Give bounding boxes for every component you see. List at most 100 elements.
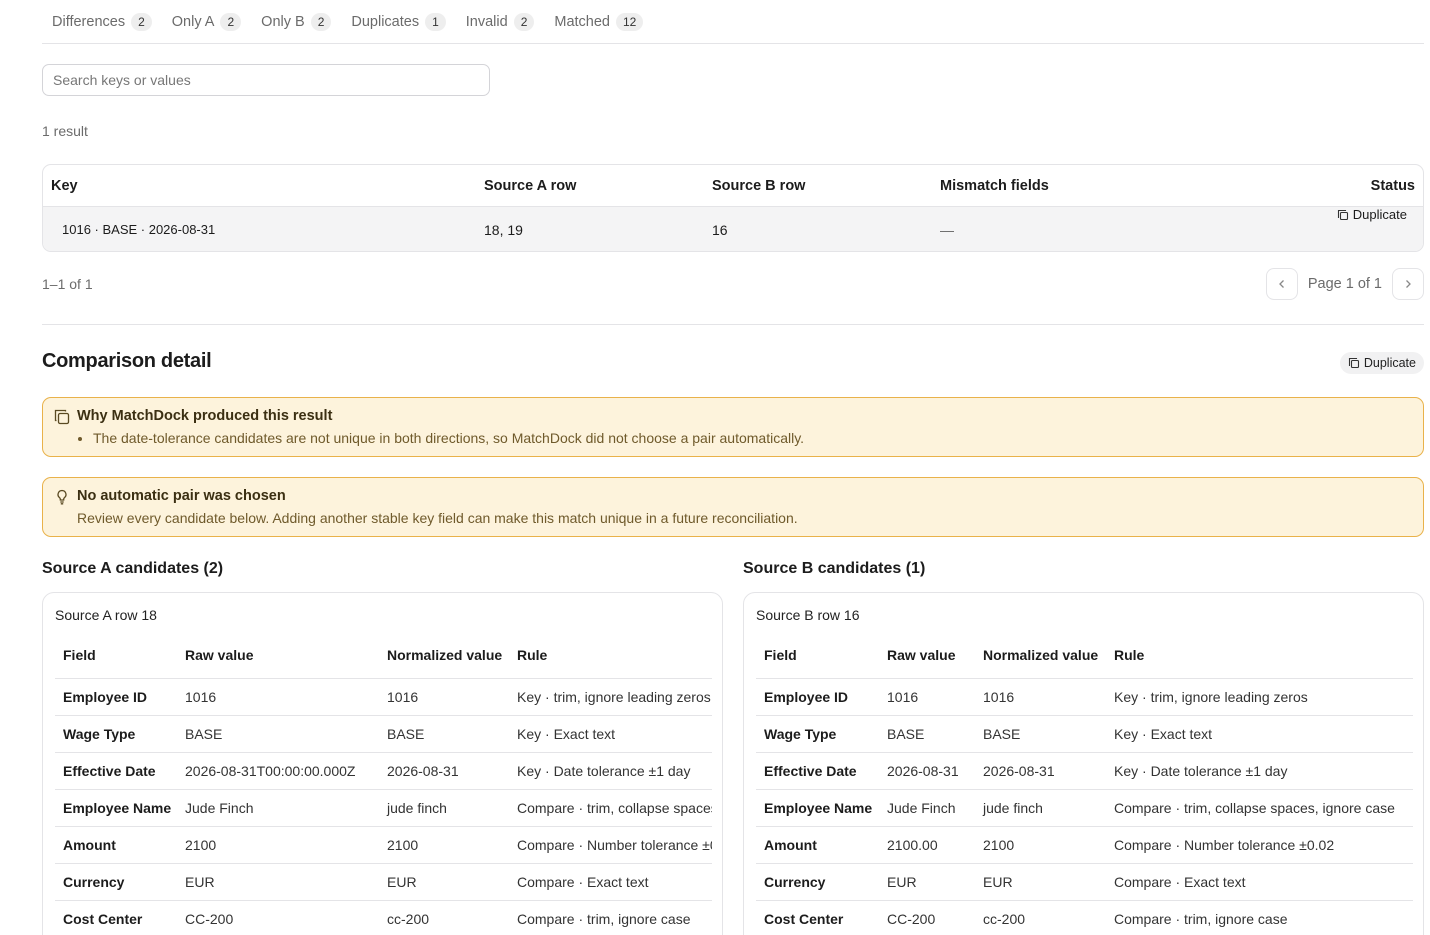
tab-only-b[interactable]: Only B 2 [251, 0, 341, 44]
table-row: Effective Date 2026-08-31 2026-08-31 Key · … [756, 752, 1413, 790]
raw-value-cell: 2026-08-31 [879, 752, 975, 790]
tab-invalid[interactable]: Invalid 2 [456, 0, 545, 44]
field-cell: Currency [756, 863, 879, 901]
result-tabs: Differences 2 Only A 2 Only B 2 Duplicates 1… [42, 0, 1424, 44]
table-row: Employee ID 1016 1016 Key · trim, ignore le… [55, 678, 712, 716]
rule-cell: Compare · trim, ignore case [1106, 900, 1413, 935]
field-cell: Wage Type [55, 715, 177, 753]
result-count: 1 result [42, 123, 88, 139]
rule-cell: Key · trim, ignore leading zeros [509, 678, 712, 716]
hint-alert: No automatic pair was chosen Review ever… [42, 477, 1424, 537]
table-row: Effective Date 2026-08-31T00:00:00.000Z 20… [55, 752, 712, 790]
rule-cell: Key · trim, ignore leading zeros [1106, 678, 1413, 716]
pagination: Page 1 of 1 [1265, 268, 1424, 300]
raw-value-cell: EUR [879, 863, 975, 901]
field-cell: Wage Type [756, 715, 879, 753]
copy-icon [53, 408, 71, 426]
normalized-value-cell: 2026-08-31 [975, 752, 1106, 790]
chevron-right-icon [1403, 279, 1413, 289]
alert-bullet: The date-tolerance candidates are not un… [93, 430, 804, 446]
normalized-value-cell: EUR [975, 863, 1106, 901]
column-header-normalized: Normalized value [975, 633, 1106, 679]
field-cell: Employee Name [756, 789, 879, 827]
alert-title: No automatic pair was chosen [77, 488, 286, 504]
alert-body: Review every candidate below. Adding ano… [77, 510, 798, 526]
table-row[interactable]: 1016 · BASE · 2026-08-31 18, 19 16 — Dup… [43, 207, 1423, 251]
tab-count-badge: 2 [513, 12, 535, 31]
column-header-rule: Rule [509, 633, 712, 679]
table-row: Wage Type BASE BASE Key · Exact text [756, 715, 1413, 753]
tab-differences[interactable]: Differences 2 [42, 0, 162, 44]
raw-value-cell: 2026-08-31T00:00:00.000Z [177, 752, 379, 790]
column-header-key: Key [51, 178, 78, 194]
field-cell: Effective Date [756, 752, 879, 790]
tab-label: Only A [171, 13, 215, 30]
normalized-value-cell: BASE [379, 715, 509, 753]
normalized-value-cell: 2100 [975, 826, 1106, 864]
column-header-field: Field [55, 633, 177, 679]
page-label: Page 1 of 1 [1307, 276, 1382, 292]
raw-value-cell: BASE [177, 715, 379, 753]
field-cell: Currency [55, 863, 177, 901]
rule-cell: Compare · trim, ignore case [509, 900, 712, 935]
column-header-raw: Raw value [177, 633, 379, 679]
alert-body: The date-tolerance candidates are not un… [77, 430, 804, 446]
field-cell: Effective Date [55, 752, 177, 790]
normalized-value-cell: 2026-08-31 [379, 752, 509, 790]
normalized-value-cell: 1016 [975, 678, 1106, 716]
detail-title: Comparison detail [42, 350, 212, 372]
results-table: Key Source A row Source B row Mismatch f… [42, 164, 1424, 252]
rule-cell: Key · Date tolerance ±1 day [1106, 752, 1413, 790]
field-cell: Employee ID [55, 678, 177, 716]
tab-count-badge: 1 [425, 12, 446, 31]
table-row: Amount 2100.00 2100 Compare · Number tolera… [756, 826, 1413, 864]
tab-count-badge: 12 [616, 12, 644, 31]
pagination-range: 1–1 of 1 [42, 276, 93, 292]
rule-cell: Key · Exact text [1106, 715, 1413, 753]
tab-label: Invalid [465, 13, 508, 30]
source-b-candidate-card: Source B row 16 Field Raw value Normaliz… [743, 592, 1424, 935]
normalized-value-cell: 1016 [379, 678, 509, 716]
raw-value-cell: CC-200 [879, 900, 975, 935]
rule-cell: Compare · Number tolerance ±0.02 [509, 826, 712, 864]
rule-cell: Compare · Exact text [1106, 863, 1413, 901]
field-cell: Employee ID [756, 678, 879, 716]
chevron-left-icon [1277, 279, 1287, 289]
raw-value-cell: 2100.00 [879, 826, 975, 864]
column-header-field: Field [756, 633, 879, 679]
status-label: Duplicate [1363, 356, 1416, 370]
column-header-rule: Rule [1106, 633, 1413, 679]
row-key: 1016 · BASE · 2026-08-31 [62, 222, 216, 237]
previous-page-button[interactable] [1265, 268, 1298, 300]
search-input[interactable] [42, 64, 490, 96]
tab-count-badge: 2 [310, 12, 332, 31]
column-header-normalized: Normalized value [379, 633, 509, 679]
normalized-value-cell: jude finch [975, 789, 1106, 827]
table-row: Amount 2100 2100 Compare · Number tolerance… [55, 826, 712, 864]
tab-only-a[interactable]: Only A 2 [162, 0, 251, 44]
raw-value-cell: Jude Finch [177, 789, 379, 827]
table-row: Wage Type BASE BASE Key · Exact text [55, 715, 712, 753]
tab-label: Matched [554, 13, 610, 30]
rule-cell: Compare · trim, collapse spaces, ignore … [509, 789, 712, 827]
raw-value-cell: Jude Finch [879, 789, 975, 827]
tab-matched[interactable]: Matched 12 [544, 0, 653, 44]
tab-duplicates[interactable]: Duplicates 1 [341, 0, 455, 44]
source-a-candidate-table: Field Raw value Normalized value Rule Em… [55, 633, 712, 935]
rule-cell: Compare · Number tolerance ±0.02 [1106, 826, 1413, 864]
normalized-value-cell: cc-200 [975, 900, 1106, 935]
table-row: Employee ID 1016 1016 Key · trim, ignore le… [756, 678, 1413, 716]
table-header-row: Field Raw value Normalized value Rule [756, 633, 1413, 679]
candidate-card-title: Source A row 18 [55, 607, 157, 623]
column-header-status: Status [1370, 178, 1415, 194]
status-badge: Duplicate [1337, 207, 1407, 222]
source-b-candidate-table: Field Raw value Normalized value Rule Em… [756, 633, 1413, 935]
normalized-value-cell: jude finch [379, 789, 509, 827]
raw-value-cell: EUR [177, 863, 379, 901]
next-page-button[interactable] [1392, 268, 1424, 300]
table-row: Cost Center CC-200 cc-200 Compare · trim, i… [55, 900, 712, 935]
row-source-b: 16 [712, 222, 728, 238]
table-row: Employee Name Jude Finch jude finch Compare… [756, 789, 1413, 827]
source-b-candidates-title: Source B candidates (1) [743, 560, 926, 577]
copy-icon [1348, 357, 1360, 369]
